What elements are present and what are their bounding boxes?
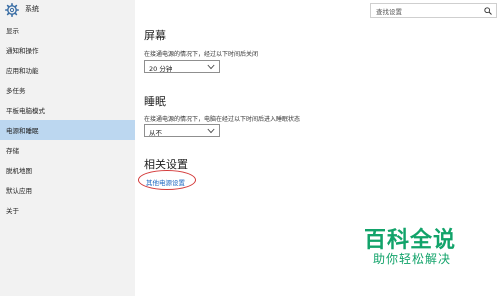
search-input[interactable]: 查找设置 [370,3,497,18]
sleep-section-title: 睡眠 [144,95,166,108]
gear-icon [5,3,19,17]
sidebar-header: 系统 [0,0,135,20]
sidebar-item-power-sleep[interactable]: 电源和睡眠 [0,120,135,140]
sidebar-item-tablet-mode[interactable]: 平板电脑模式 [0,100,135,120]
sleep-description: 在接通电源的情况下，电脑在经过以下时间后进入睡眠状态 [144,116,301,123]
screen-section-title: 屏幕 [144,29,166,42]
watermark-subtitle: 助你轻松解决 [373,252,452,266]
sidebar-item-default-apps[interactable]: 默认应用 [0,180,135,200]
sidebar-item-storage[interactable]: 存储 [0,140,135,160]
sidebar-item-notifications[interactable]: 通知和操作 [0,40,135,60]
sidebar: 系统 显示 通知和操作 应用和功能 多任务 平板电脑模式 电源和睡眠 存储 脱机… [0,0,135,296]
sidebar-item-apps[interactable]: 应用和功能 [0,60,135,80]
chevron-down-icon [207,64,215,70]
screen-timeout-dropdown[interactable]: 20 分钟 [144,60,220,73]
search-icon[interactable] [484,7,492,15]
chevron-down-icon [207,128,215,134]
screen-description: 在接通电源的情况下，经过以下时间后关闭 [144,51,259,58]
sidebar-item-offline-maps[interactable]: 脱机地图 [0,160,135,180]
sidebar-item-about[interactable]: 关于 [0,200,135,220]
sleep-timeout-value: 从不 [149,129,162,137]
sleep-timeout-dropdown[interactable]: 从不 [144,124,220,137]
sidebar-item-multitasking[interactable]: 多任务 [0,80,135,100]
related-settings-title: 相关设置 [144,158,188,171]
search-placeholder: 查找设置 [376,8,402,16]
app-title: 系统 [25,5,39,13]
additional-power-settings-link[interactable]: 其他电源设置 [146,177,185,187]
sidebar-item-display[interactable]: 显示 [0,20,135,40]
screen-timeout-value: 20 分钟 [149,65,173,73]
